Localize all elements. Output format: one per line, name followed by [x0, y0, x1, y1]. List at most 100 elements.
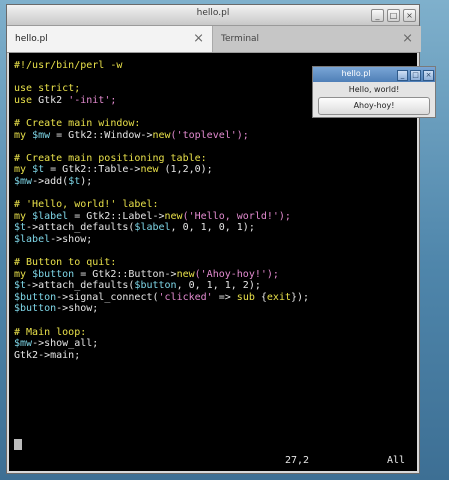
code-token: $label — [32, 210, 69, 222]
code-token: $t — [14, 280, 27, 292]
code-token: $button — [32, 268, 75, 280]
code-token: exit — [266, 291, 291, 303]
code-line: $label->show; — [14, 234, 309, 246]
code-token: # Main loop: — [14, 326, 87, 338]
code-token: $mw — [32, 129, 51, 141]
code-token: ->signal_connect( — [56, 291, 159, 303]
code-token: # 'Hello, world!' label: — [14, 199, 159, 211]
code-token: new — [176, 268, 195, 280]
code-token: #!/usr/bin/perl -w — [14, 60, 123, 71]
code-token: my — [14, 210, 33, 222]
cursor-position: 27,2 — [285, 455, 310, 466]
code-token: $t — [14, 222, 27, 234]
code-token: $mw — [14, 338, 33, 350]
code-token: $mw — [14, 175, 33, 187]
code-token: = Gtk2::Label-> — [68, 210, 165, 222]
code-line: # Button to quit: — [14, 257, 309, 269]
code-token: $button — [14, 291, 57, 303]
code-token: use strict; — [14, 83, 81, 95]
scroll-indicator: All — [387, 455, 406, 466]
code-token: ->show; — [50, 233, 93, 245]
code-token: = Gtk2::Button-> — [74, 268, 177, 280]
code-line: #!/usr/bin/perl -w — [14, 60, 309, 72]
code-token: }); — [291, 291, 310, 303]
code-token: new — [152, 129, 171, 141]
code-token: ->attach_defaults( — [26, 222, 135, 234]
editor-window-title: hello.pl — [196, 8, 230, 18]
code-line: use Gtk2 '-init'; — [14, 95, 309, 107]
code-token: 'clicked' — [158, 291, 213, 303]
code-line: my $button = Gtk2::Button->new('Ahoy-hoy… — [14, 269, 309, 281]
code-line: # Create main positioning table: — [14, 153, 309, 165]
minimize-button[interactable]: _ — [371, 9, 384, 22]
code-token: # Create main window: — [14, 117, 141, 129]
hello-app-title: hello.pl — [341, 69, 371, 78]
code-line: my $t = Gtk2::Table->new (1,2,0); — [14, 164, 309, 176]
code-line: $mw->add($t); — [14, 176, 309, 188]
tab-label: Terminal — [221, 34, 260, 44]
code-token: $label — [14, 233, 51, 245]
tab-hello-pl[interactable]: hello.pl ⨯ — [7, 26, 213, 52]
code-token: => — [212, 291, 237, 303]
code-line: $t->attach_defaults($label, 0, 1, 0, 1); — [14, 222, 309, 234]
code-line: $button->signal_connect('clicked' => sub… — [14, 292, 309, 304]
code-token: $button — [14, 303, 57, 315]
code-token: ('toplevel'); — [170, 129, 249, 141]
close-button[interactable]: × — [403, 9, 416, 22]
code-line: Gtk2->main; — [14, 350, 309, 362]
code-line: $t->attach_defaults($button, 0, 1, 1, 2)… — [14, 280, 309, 292]
maximize-button[interactable]: □ — [410, 70, 421, 81]
ahoy-hoy-button[interactable]: Ahoy-hoy! — [318, 97, 430, 115]
code-line: $mw->show_all; — [14, 338, 309, 350]
code-token: , 0, 1, 0, 1); — [170, 222, 255, 234]
code-token: { — [254, 291, 267, 303]
code-line: my $label = Gtk2::Label->new('Hello, wor… — [14, 211, 309, 223]
code-token: # Button to quit: — [14, 257, 117, 269]
code-token: sub — [236, 291, 255, 303]
hello-world-label: Hello, world! — [348, 85, 400, 94]
editor-status-line: 27,2 All — [9, 455, 417, 467]
code-line: # 'Hello, world!' label: — [14, 199, 309, 211]
code-token: $t — [68, 175, 81, 187]
code-line: use strict; — [14, 83, 309, 95]
code-token: , 0, 1, 1, 2); — [176, 280, 261, 292]
code-line: $button->show; — [14, 303, 309, 315]
code-token: $label — [134, 222, 171, 234]
code-token: new — [140, 164, 159, 176]
code-token: ('Ahoy-hoy!'); — [194, 268, 279, 280]
code-token: $t — [32, 164, 45, 176]
code-token: ->show; — [56, 303, 99, 315]
code-token: = Gtk2::Window-> — [50, 129, 153, 141]
code-token: # Create main positioning table: — [14, 152, 207, 164]
minimize-button[interactable]: _ — [397, 70, 408, 81]
tab-terminal[interactable]: Terminal ⨯ — [213, 26, 421, 52]
tab-close-icon[interactable]: ⨯ — [402, 26, 413, 52]
maximize-button[interactable]: □ — [387, 9, 400, 22]
code-token: my — [14, 129, 33, 141]
code-token: use — [14, 94, 39, 106]
editor-titlebar[interactable]: hello.pl _ □ × — [7, 5, 419, 26]
code-token: $button — [134, 280, 177, 292]
code-line: # Create main window: — [14, 118, 309, 130]
hello-app-window: hello.pl _ □ × Hello, world! Ahoy-hoy! — [312, 66, 436, 118]
tab-close-icon[interactable]: ⨯ — [193, 26, 204, 52]
tab-bar: hello.pl ⨯ Terminal ⨯ — [7, 26, 421, 53]
close-button[interactable]: × — [423, 70, 434, 81]
hello-app-titlebar[interactable]: hello.pl _ □ × — [313, 67, 435, 82]
code-token: ('Hello, world!'); — [182, 210, 291, 222]
code-token: ->show_all; — [32, 338, 99, 350]
code-token: my — [14, 164, 33, 176]
code-token: = Gtk2::Table-> — [44, 164, 141, 176]
code-line: # Main loop: — [14, 327, 309, 339]
tab-label: hello.pl — [15, 34, 48, 44]
code-token: my — [14, 268, 33, 280]
code-token: (1,2,0); — [158, 164, 213, 176]
code-token: '-init'; — [68, 94, 117, 106]
code-token: new — [164, 210, 183, 222]
